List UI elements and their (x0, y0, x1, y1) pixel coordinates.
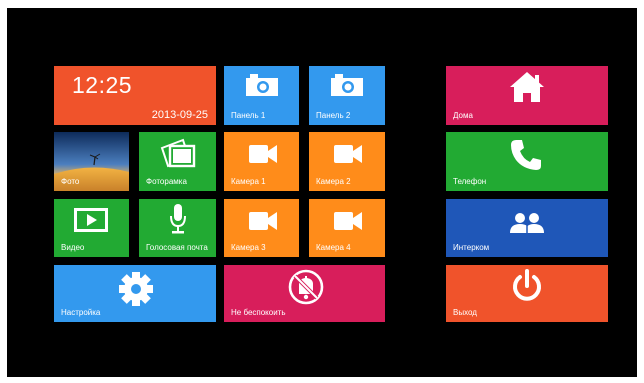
video-camera-icon (334, 145, 362, 163)
tile-photo[interactable]: Фото (54, 132, 129, 191)
tile-intercom[interactable]: Интерком (446, 199, 608, 257)
tile-label: Настройка (61, 308, 101, 317)
do-not-disturb-icon (288, 269, 324, 305)
tile-camera-2[interactable]: Камера 2 (309, 132, 385, 191)
tile-label: Фоторамка (146, 177, 187, 186)
tile-label: Телефон (453, 177, 487, 186)
tile-label: Камера 2 (316, 177, 351, 186)
screen: 12:25 2013-09-25 Панель 1 Панель 2 Фото … (7, 8, 637, 377)
camera-icon (331, 74, 363, 96)
tile-label: Интерком (453, 243, 490, 252)
tile-video[interactable]: Видео (54, 199, 129, 257)
tile-camera-4[interactable]: Камера 4 (309, 199, 385, 257)
tile-label: Выход (453, 308, 477, 317)
tile-panel-2[interactable]: Панель 2 (309, 66, 385, 125)
gear-icon (118, 271, 154, 307)
video-camera-icon (249, 212, 277, 230)
microphone-icon (169, 204, 187, 234)
video-camera-icon (249, 145, 277, 163)
house-icon (509, 71, 545, 103)
tile-label: Не беспокоить (231, 308, 286, 317)
tile-photoframe[interactable]: Фоторамка (139, 132, 216, 191)
tile-voicemail[interactable]: Голосовая почта (139, 199, 216, 257)
tile-panel-1[interactable]: Панель 1 (224, 66, 299, 125)
tile-label: Фото (61, 177, 80, 186)
tile-camera-3[interactable]: Камера 3 (224, 199, 299, 257)
photo-frame-icon (159, 138, 197, 170)
people-icon (509, 212, 545, 234)
tile-phone[interactable]: Телефон (446, 132, 608, 191)
clock-tile: 12:25 2013-09-25 (54, 66, 216, 125)
tile-do-not-disturb[interactable]: Не беспокоить (224, 265, 385, 322)
camera-icon (246, 74, 278, 96)
tile-settings[interactable]: Настройка (54, 265, 216, 322)
clock-date: 2013-09-25 (151, 109, 208, 121)
video-camera-icon (334, 212, 362, 230)
clock-time: 12:25 (72, 72, 133, 98)
tile-label: Видео (61, 243, 85, 252)
tile-label: Камера 3 (231, 243, 266, 252)
tile-camera-1[interactable]: Камера 1 (224, 132, 299, 191)
tile-label: Камера 4 (316, 243, 351, 252)
tile-label: Голосовая почта (146, 243, 208, 252)
power-icon (510, 269, 544, 303)
phone-handset-icon (509, 138, 543, 172)
tile-exit[interactable]: Выход (446, 265, 608, 322)
tile-home[interactable]: Дома (446, 66, 608, 125)
tile-label: Камера 1 (231, 177, 266, 186)
tile-label: Панель 1 (231, 111, 266, 120)
tile-label: Панель 2 (316, 111, 351, 120)
tile-label: Дома (453, 111, 473, 120)
play-icon (74, 208, 108, 232)
